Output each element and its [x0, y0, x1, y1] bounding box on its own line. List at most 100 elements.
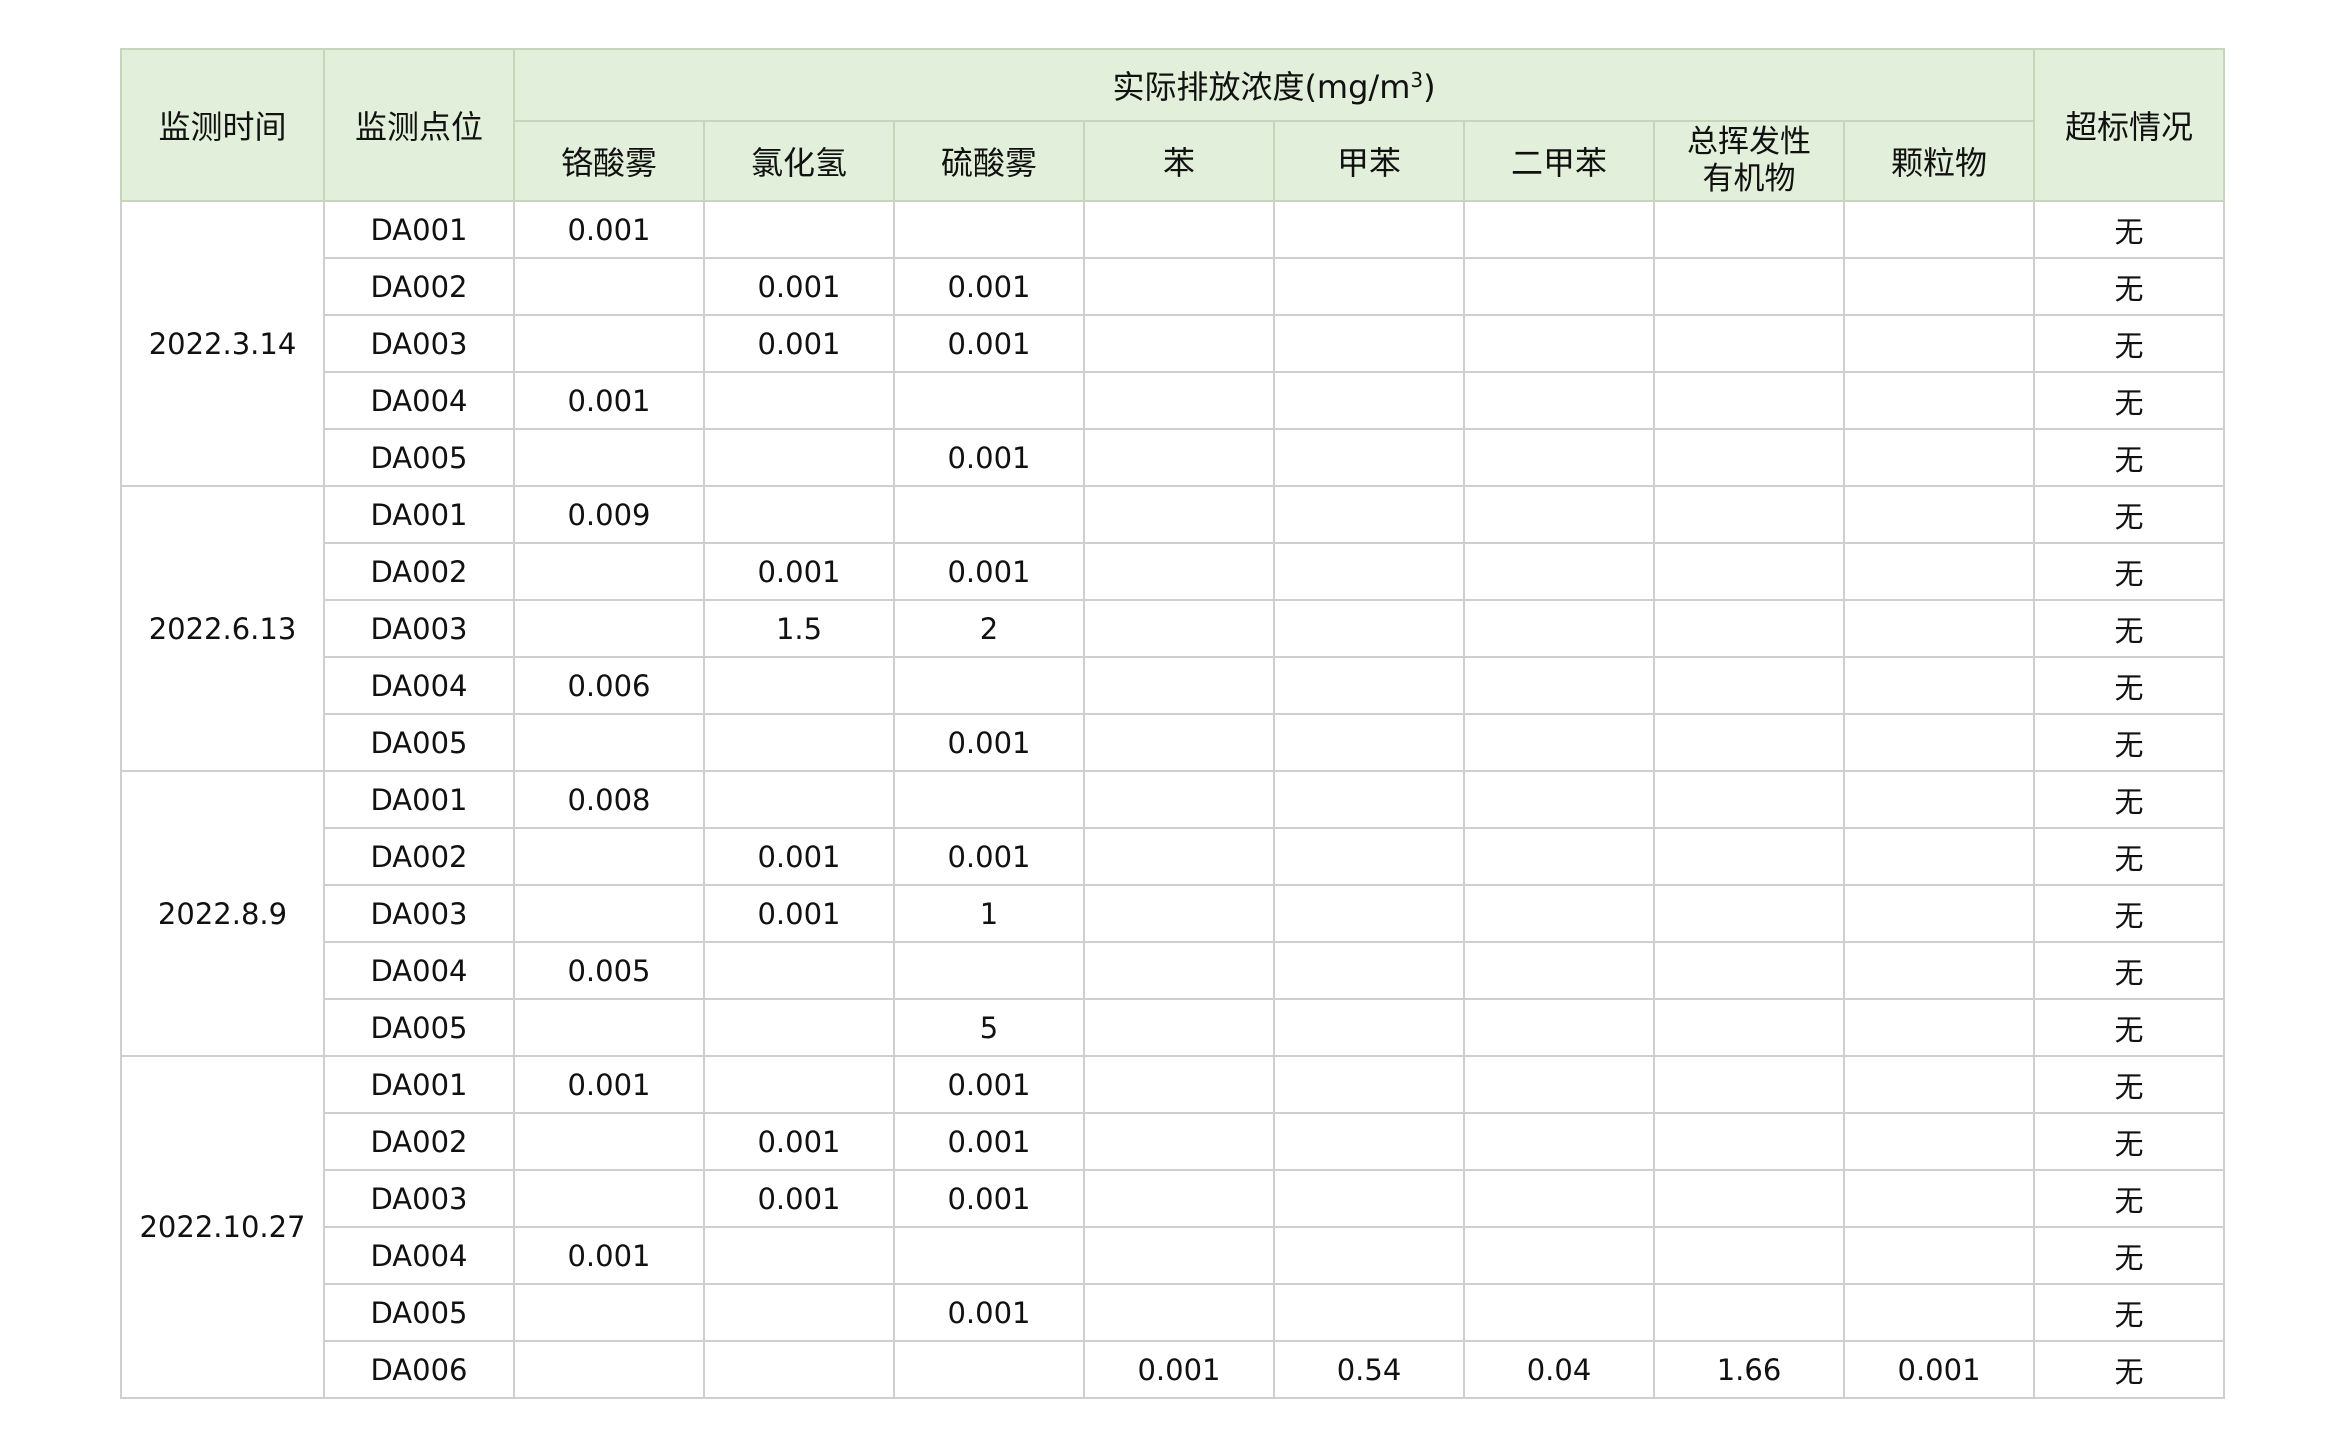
concentration-cell [893, 1226, 1085, 1285]
concentration-cell [1842, 371, 2036, 430]
monitor-point-cell: DA002 [323, 827, 515, 886]
concentration-cell [513, 599, 705, 658]
concentration-cell: 0.001 [1083, 1340, 1275, 1399]
table-row: 2022.10.27 DA001 0.001 0.001 无 [120, 1055, 2226, 1399]
monitor-point-cell: DA003 [323, 314, 515, 373]
concentration-cell: 0.001 [513, 200, 705, 259]
exceed-status-cell: 无 [2033, 428, 2226, 487]
concentration-cell [1653, 827, 1845, 886]
concentration-cell: 0.04 [1463, 1340, 1655, 1399]
table-row: DA002 0.001 0.001 无 [121, 257, 2226, 316]
concentration-cell [1273, 770, 1465, 829]
concentration-cell [1653, 713, 1845, 772]
concentration-cell [1083, 770, 1275, 829]
concentration-cell [1463, 941, 1655, 1000]
concentration-cell [703, 1226, 895, 1285]
header-pollutant: 苯 [1083, 120, 1275, 202]
table-row: DA003 1.5 2 无 [121, 599, 2226, 658]
concentration-cell: 0.001 [893, 827, 1085, 886]
monitor-point-cell: DA005 [323, 998, 515, 1057]
concentration-cell [703, 371, 895, 430]
header-monitor-time: 监测时间 [120, 48, 325, 202]
concentration-label-close: ) [1423, 68, 1436, 106]
concentration-label: 实际排放浓度(mg/m [1112, 68, 1411, 106]
monitor-point-cell: DA004 [323, 941, 515, 1000]
concentration-cell [1083, 1055, 1275, 1114]
table-row: DA004 0.005 无 [121, 941, 2226, 1000]
concentration-cell: 0.001 [893, 314, 1085, 373]
concentration-cell: 0.001 [703, 827, 895, 886]
concentration-cell: 0.001 [703, 884, 895, 943]
concentration-cell: 0.001 [703, 257, 895, 316]
concentration-cell [1842, 827, 2036, 886]
monitor-point-cell: DA002 [323, 257, 515, 316]
concentration-cell [1463, 1055, 1655, 1114]
concentration-cell [1653, 770, 1845, 829]
concentration-cell [1083, 200, 1275, 259]
concentration-cell [1083, 884, 1275, 943]
exceed-status-cell: 无 [2033, 314, 2226, 373]
concentration-cell [1842, 1112, 2036, 1171]
concentration-cell [1083, 428, 1275, 487]
concentration-cell [1653, 200, 1845, 259]
exceed-status-cell: 无 [2033, 1055, 2226, 1114]
header-pollutant: 甲苯 [1273, 120, 1465, 202]
monitor-point-cell: DA001 [323, 485, 515, 544]
concentration-cell [703, 941, 895, 1000]
concentration-cell [703, 428, 895, 487]
exceed-status-cell: 无 [2033, 827, 2226, 886]
concentration-cell [1842, 257, 2036, 316]
concentration-cell [703, 998, 895, 1057]
concentration-cell [1463, 827, 1655, 886]
concentration-cell: 1.5 [703, 599, 895, 658]
table-row: DA004 0.001 无 [121, 1226, 2226, 1285]
table-row: DA004 0.001 无 [121, 371, 2226, 430]
concentration-cell [1463, 257, 1655, 316]
exceed-status-cell: 无 [2033, 941, 2226, 1000]
concentration-cell [1842, 428, 2036, 487]
concentration-cell [1842, 1055, 2036, 1114]
concentration-cell [1842, 884, 2036, 943]
header-pollutant-line: 有机物 [1702, 161, 1796, 197]
concentration-cell [1273, 1169, 1465, 1228]
concentration-cell [1463, 884, 1655, 943]
concentration-cell: 0.001 [513, 371, 705, 430]
header-pollutant: 氯化氢 [703, 120, 895, 202]
exceed-status-cell: 无 [2033, 656, 2226, 715]
exceed-status-cell: 无 [2033, 1226, 2226, 1285]
concentration-cell [1083, 314, 1275, 373]
concentration-cell [893, 656, 1085, 715]
concentration-cell [1083, 827, 1275, 886]
concentration-cell [1653, 599, 1845, 658]
concentration-cell [893, 770, 1085, 829]
concentration-cell [1463, 1169, 1655, 1228]
concentration-cell [1083, 941, 1275, 1000]
concentration-cell [1463, 1283, 1655, 1342]
header-emission-concentration: 实际排放浓度(mg/m3) [512, 48, 2036, 122]
exceed-status-cell: 无 [2033, 257, 2226, 316]
concentration-cell [1083, 998, 1275, 1057]
monitor-point-cell: DA002 [323, 1112, 515, 1171]
concentration-cell [1653, 485, 1845, 544]
table-header: 监测时间 监测点位 实际排放浓度(mg/m3) 超标情况 铬酸雾 氯化氢 硫酸雾… [120, 48, 2226, 202]
concentration-cell [1653, 656, 1845, 715]
concentration-cell [513, 542, 705, 601]
concentration-cell [1463, 428, 1655, 487]
concentration-cell: 0.009 [513, 485, 705, 544]
concentration-cell [1083, 257, 1275, 316]
table-row: 2022.3.14 DA001 0.001 无 [120, 200, 2226, 487]
concentration-cell: 0.001 [893, 713, 1085, 772]
emission-monitoring-table: 监测时间 监测点位 实际排放浓度(mg/m3) 超标情况 铬酸雾 氯化氢 硫酸雾… [120, 48, 2226, 1399]
concentration-cell [1463, 599, 1655, 658]
concentration-cell [1842, 941, 2036, 1000]
concentration-cell [1273, 1055, 1465, 1114]
concentration-cell [1842, 314, 2036, 373]
concentration-cell: 0.001 [513, 1226, 705, 1285]
monitor-point-cell: DA003 [323, 884, 515, 943]
concentration-cell [1653, 1226, 1845, 1285]
header-pollutant-line: 总挥发性 [1687, 124, 1811, 160]
concentration-cell [513, 827, 705, 886]
concentration-cell [1653, 1055, 1845, 1114]
table-row: DA004 0.006 无 [121, 656, 2226, 715]
exceed-status-cell: 无 [2033, 599, 2226, 658]
